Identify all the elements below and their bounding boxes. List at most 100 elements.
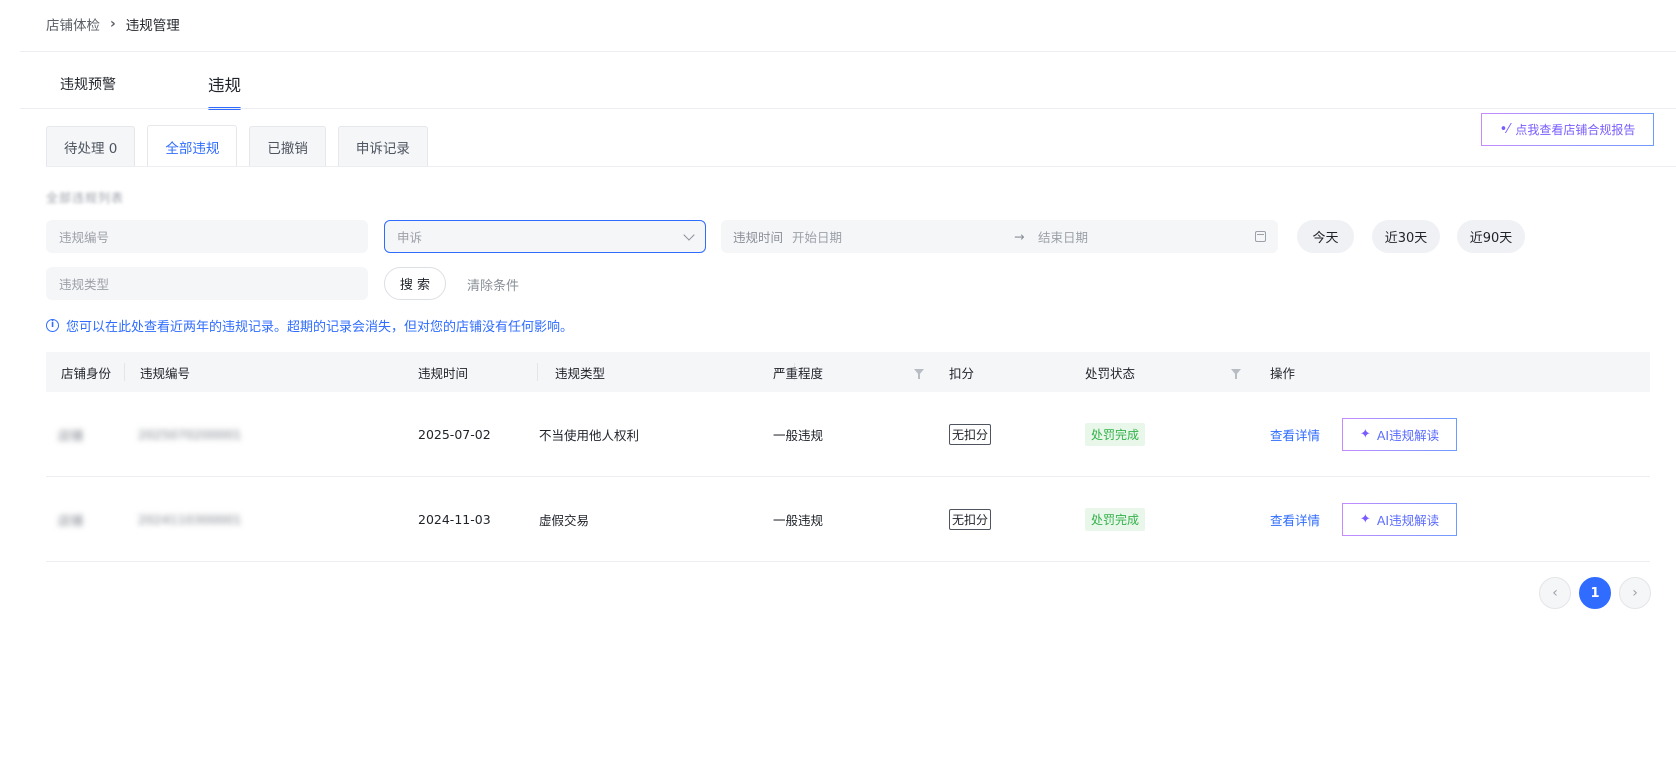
- cell-time: 2024-11-03: [418, 477, 491, 562]
- clear-filters-button[interactable]: 清除条件: [467, 275, 519, 294]
- cell-ai: ✦ AI违规解读: [1342, 477, 1457, 562]
- divider: [20, 51, 1676, 52]
- col-severity-label: 严重程度: [773, 365, 824, 381]
- cell-status: 处罚完成: [1085, 392, 1146, 477]
- cell-ai: ✦ AI违规解读: [1342, 392, 1457, 477]
- breadcrumb-current: 违规管理: [125, 18, 180, 34]
- last-90-days-button[interactable]: 近90天: [1457, 220, 1525, 253]
- time-value: 2024-11-03: [418, 512, 491, 527]
- severity-filter-icon[interactable]: [914, 369, 924, 379]
- col-severity: 严重程度: [773, 352, 953, 392]
- cell-severity: 一般违规: [773, 477, 823, 562]
- date-range-picker[interactable]: 违规时间 开始日期 → 结束日期: [721, 220, 1278, 253]
- violation-no-input[interactable]: 违规编号: [46, 220, 368, 253]
- col-actions: 操作: [1270, 352, 1370, 392]
- date-range-label: 违规时间: [733, 230, 784, 245]
- tab-all-violations[interactable]: 全部违规: [147, 125, 238, 167]
- type-value: 虚假交易: [539, 513, 590, 528]
- violation-type-placeholder: 违规类型: [59, 277, 110, 292]
- cell-identity: 店铺: [58, 477, 83, 562]
- cell-points: 无扣分: [949, 477, 992, 562]
- status-badge: 处罚完成: [1085, 508, 1146, 531]
- points-tag: 无扣分: [949, 509, 992, 530]
- breadcrumb: 店铺体检 › 违规管理: [46, 14, 180, 34]
- table-row: 店铺 2024110300001 2024-11-03 虚假交易 一般违规 无扣…: [46, 477, 1650, 562]
- col-points: 扣分: [949, 352, 1079, 392]
- cell-type: 不当使用他人权利: [539, 392, 639, 477]
- cell-identity: 店铺: [58, 392, 83, 477]
- severity-value: 一般违规: [773, 428, 824, 443]
- divider: [46, 166, 1676, 167]
- violation-type-input[interactable]: 违规类型: [46, 267, 368, 300]
- col-points-label: 扣分: [949, 365, 975, 381]
- start-date-input[interactable]: 开始日期: [792, 227, 1014, 246]
- magic-wand-icon: •⁄: [1499, 122, 1510, 137]
- tab-revoked[interactable]: 已撤销: [249, 126, 326, 166]
- col-divider: [124, 363, 125, 381]
- tab-violation[interactable]: 违规: [208, 72, 241, 110]
- ai-interpret-label: AI违规解读: [1376, 513, 1440, 528]
- compliance-report-button[interactable]: •⁄ 点我查看店铺合规报告: [1481, 113, 1654, 146]
- view-detail-link[interactable]: 查看详情: [1270, 425, 1320, 444]
- view-detail-link[interactable]: 查看详情: [1270, 510, 1320, 529]
- search-button[interactable]: 搜 索: [384, 267, 446, 300]
- identity-value: 店铺: [58, 513, 84, 528]
- ai-interpret-label: AI违规解读: [1376, 428, 1440, 443]
- table-header: 店铺身份 违规编号 违规时间 违规类型 严重程度 扣分 处罚状态 操作: [46, 352, 1650, 392]
- severity-value: 一般违规: [773, 513, 824, 528]
- end-date-input[interactable]: 结束日期: [1038, 227, 1255, 246]
- pagination: ‹ 1 ›: [1539, 577, 1651, 609]
- cell-type: 虚假交易: [539, 477, 589, 562]
- cell-time: 2025-07-02: [418, 392, 491, 477]
- cell-violation-no: 2025070200001: [138, 392, 241, 477]
- col-violation-no: 违规编号: [140, 352, 462, 392]
- col-time: 违规时间: [418, 352, 538, 392]
- ai-interpret-button[interactable]: ✦ AI违规解读: [1342, 503, 1457, 536]
- time-value: 2025-07-02: [418, 427, 491, 442]
- section-title: 全部违规列表: [46, 191, 125, 205]
- today-button[interactable]: 今天: [1297, 220, 1354, 253]
- status-filter-icon[interactable]: [1231, 369, 1241, 379]
- points-tag: 无扣分: [949, 424, 992, 445]
- divider: [20, 108, 1676, 109]
- appeal-select-value: 申诉: [397, 230, 423, 245]
- cell-status: 处罚完成: [1085, 477, 1146, 562]
- cell-violation-no: 2024110300001: [138, 477, 241, 562]
- cell-actions: 查看详情: [1270, 392, 1320, 477]
- col-actions-label: 操作: [1270, 365, 1296, 381]
- cell-severity: 一般违规: [773, 392, 823, 477]
- type-value: 不当使用他人权利: [539, 428, 640, 443]
- sub-tabs: 待处理 0 全部违规 已撤销 申诉记录: [46, 125, 428, 167]
- tab-pending[interactable]: 待处理 0: [46, 126, 136, 166]
- calendar-icon: [1255, 231, 1266, 242]
- violation-no-value: 2025070200001: [138, 427, 242, 442]
- arrow-right-icon: →: [1014, 229, 1025, 244]
- notice-text: 您可以在此处查看近两年的违规记录。超期的记录会消失，但对您的店铺没有任何影响。: [66, 320, 574, 335]
- last-30-days-button[interactable]: 近30天: [1372, 220, 1440, 253]
- col-violation-no-label: 违规编号: [140, 365, 191, 381]
- ai-interpret-button[interactable]: ✦ AI违规解读: [1342, 418, 1457, 451]
- info-icon: i: [46, 319, 59, 332]
- status-badge: 处罚完成: [1085, 423, 1146, 446]
- breadcrumb-parent[interactable]: 店铺体检: [46, 14, 100, 34]
- tab-appeal-records[interactable]: 申诉记录: [337, 126, 428, 166]
- sparkle-icon: ✦: [1359, 427, 1371, 442]
- page-1-button[interactable]: 1: [1579, 577, 1611, 609]
- prev-page-button[interactable]: ‹: [1539, 577, 1571, 609]
- main-tabs: 违规预警 违规: [60, 74, 241, 110]
- col-divider: [537, 363, 538, 381]
- col-status-label: 处罚状态: [1085, 365, 1136, 381]
- appeal-select[interactable]: 申诉: [384, 220, 706, 253]
- tab-violation-warning[interactable]: 违规预警: [60, 74, 208, 110]
- col-time-label: 违规时间: [418, 365, 469, 381]
- next-page-button[interactable]: ›: [1619, 577, 1651, 609]
- violation-no-placeholder: 违规编号: [59, 230, 110, 245]
- col-identity-label: 店铺身份: [61, 365, 112, 381]
- notice: i 您可以在此处查看近两年的违规记录。超期的记录会消失，但对您的店铺没有任何影响…: [46, 316, 573, 335]
- table-row: 店铺 2025070200001 2025-07-02 不当使用他人权利 一般违…: [46, 392, 1650, 477]
- compliance-report-label: 点我查看店铺合规报告: [1515, 123, 1636, 137]
- breadcrumb-separator-icon: ›: [110, 16, 116, 32]
- cell-points: 无扣分: [949, 392, 992, 477]
- cell-actions: 查看详情: [1270, 477, 1320, 562]
- col-type: 违规类型: [555, 352, 795, 392]
